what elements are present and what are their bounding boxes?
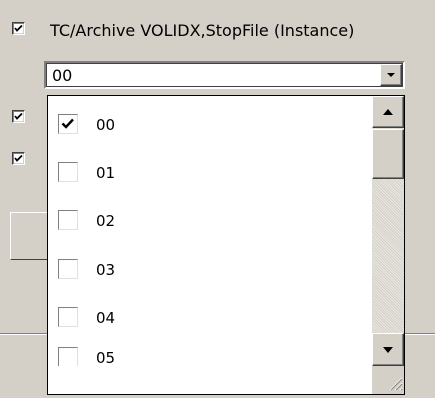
checkmark-icon	[61, 118, 74, 129]
combo-selected-value: 00	[52, 66, 73, 85]
list-item[interactable]: 03	[58, 252, 358, 282]
instance-option-checkbox[interactable]	[12, 22, 25, 35]
dropdown-arrow-icon	[387, 73, 395, 77]
item-label: 01	[96, 164, 116, 182]
background-option-checkbox-1[interactable]	[12, 110, 25, 123]
item-label: 04	[96, 309, 116, 327]
checkmark-icon	[14, 154, 23, 162]
item-checkbox[interactable]	[58, 307, 78, 327]
resize-grip-icon	[389, 377, 403, 391]
list-item[interactable]: 01	[58, 155, 358, 185]
item-checkbox[interactable]	[58, 259, 78, 279]
list-item[interactable]: 00	[58, 107, 358, 137]
item-label: 00	[96, 116, 116, 134]
list-scrollbar[interactable]	[372, 96, 404, 366]
scroll-up-arrow-icon	[383, 109, 393, 115]
scroll-up-button[interactable]	[372, 96, 404, 128]
resize-grip[interactable]	[372, 366, 404, 394]
background-option-checkbox-2[interactable]	[12, 152, 25, 165]
checkmark-icon	[14, 24, 23, 32]
list-item[interactable]: 05	[58, 346, 358, 366]
scroll-down-arrow-icon	[383, 347, 393, 353]
item-label: 05	[96, 349, 116, 366]
scroll-thumb[interactable]	[372, 129, 404, 179]
checkmark-icon	[14, 112, 23, 120]
combo-dropdown-button[interactable]	[380, 64, 402, 86]
item-checkbox[interactable]	[58, 114, 78, 134]
list-item[interactable]: 02	[58, 203, 358, 233]
list-item[interactable]: 04	[58, 300, 358, 330]
item-label: 02	[96, 212, 116, 230]
instance-dropdown-list[interactable]: 00 01 02 03 04 05	[47, 95, 405, 395]
item-checkbox[interactable]	[58, 210, 78, 230]
background-button[interactable]	[10, 212, 50, 260]
instance-combo-box[interactable]: 00	[44, 61, 405, 89]
instance-option-label: TC/Archive VOLIDX,StopFile (Instance)	[50, 21, 355, 40]
scroll-down-button[interactable]	[372, 333, 404, 366]
list-clip: 05	[48, 346, 372, 366]
item-label: 03	[96, 261, 116, 279]
item-checkbox[interactable]	[58, 347, 78, 366]
item-checkbox[interactable]	[58, 162, 78, 182]
